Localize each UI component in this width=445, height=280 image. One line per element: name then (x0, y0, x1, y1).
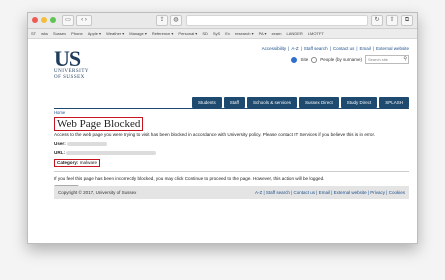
category-value: malware (79, 160, 98, 165)
top-link-separator: | (288, 46, 290, 51)
share-page-icon[interactable]: ⇧ (386, 15, 398, 26)
shield-icon[interactable]: ◍ (170, 15, 182, 26)
nav-tab[interactable]: SPLASH (379, 97, 409, 108)
top-link[interactable]: Email (360, 46, 371, 51)
bookmark-item[interactable]: Weather ▾ (106, 31, 124, 36)
search-icon[interactable]: ⚲ (403, 56, 407, 63)
bookmark-item[interactable]: Reference ▾ (152, 31, 174, 36)
user-row: User: (54, 141, 409, 147)
back-forward-buttons[interactable]: ‹ › (76, 15, 92, 26)
top-link-separator: | (372, 46, 374, 51)
bookmark-item[interactable]: Phone (71, 31, 83, 36)
category-box: Category: malware (54, 159, 101, 167)
tabs-icon[interactable]: ⧉ (401, 15, 413, 26)
logo-line-2: OF SUSSEX (54, 75, 85, 80)
bookmark-item[interactable]: LANDER (287, 31, 303, 36)
bookmark-item[interactable]: wks (41, 31, 48, 36)
top-link[interactable]: Contact us (333, 46, 355, 51)
block-message: Access to the web page you were trying t… (54, 132, 376, 137)
breadcrumb[interactable]: Home (54, 110, 65, 115)
main-navigation: Students Staff Schools & services Sussex Di… (191, 97, 409, 108)
nav-divider (54, 108, 409, 109)
top-link-separator: | (356, 46, 358, 51)
top-link-separator: | (329, 46, 331, 51)
bookmark-item[interactable]: LMOTFT (308, 31, 324, 36)
nav-tab[interactable]: Schools & services (246, 97, 297, 108)
content-divider (54, 171, 409, 172)
footer-links[interactable]: A-Z | Staff search | Contact us | Email … (255, 186, 405, 199)
url-value-redacted (66, 150, 157, 155)
university-logo[interactable]: US UNIVERSITY OF SUSSEX (54, 46, 89, 81)
nav-tab[interactable]: Sussex Direct (298, 97, 339, 108)
top-link[interactable]: Staff search (304, 46, 328, 51)
browser-window: ▭ ‹ › ⇪ ◍ ↻ ⇧ ⧉ ST wks Sussex Phone Apple ▾ W… (27, 12, 418, 244)
page-title: Web Page Blocked (54, 117, 144, 131)
minimize-window-icon[interactable] (41, 17, 47, 23)
top-link[interactable]: Accessibility (262, 46, 287, 51)
page-footer: Copyright © 2017, University of Sussex A… (54, 186, 409, 199)
bookmark-item[interactable]: Apple ▾ (88, 31, 101, 36)
top-link[interactable]: External website (376, 46, 409, 51)
search-row: Site People (by surname) Search site ⚲ (291, 55, 409, 64)
bookmark-item[interactable]: Manage ▾ (129, 31, 147, 36)
search-input[interactable]: Search site ⚲ (365, 55, 409, 64)
user-label: User: (54, 141, 66, 146)
bookmark-item[interactable]: PA ▾ (259, 31, 267, 36)
bookmark-item[interactable]: ST (31, 31, 36, 36)
search-placeholder: Search site (368, 57, 389, 62)
web-page: US UNIVERSITY OF SUSSEX Accessibility | A-… (28, 39, 417, 243)
bookmark-item[interactable]: SD (202, 31, 208, 36)
bookmark-item[interactable]: Ex (225, 31, 230, 36)
bookmark-item[interactable]: SyS (213, 31, 220, 36)
reload-icon[interactable]: ↻ (371, 15, 383, 26)
url-label: URL: (54, 150, 65, 155)
close-window-icon[interactable] (32, 17, 38, 23)
browser-titlebar: ▭ ‹ › ⇪ ◍ ↻ ⇧ ⧉ (28, 13, 417, 29)
nav-tab[interactable]: Study Direct (340, 97, 378, 108)
radio-site-label: Site (300, 57, 309, 62)
zoom-window-icon[interactable] (50, 17, 56, 23)
bookmark-item[interactable]: xearn (272, 31, 282, 36)
sidebar-toggle-icon[interactable]: ▭ (62, 15, 74, 26)
top-links: Accessibility | A-Z | Staff search | Contact u… (260, 46, 409, 51)
top-link[interactable]: A-Z (291, 46, 298, 51)
bookmark-item[interactable]: Sussex (53, 31, 66, 36)
url-row: URL: (54, 150, 409, 156)
window-controls (32, 17, 56, 23)
user-value-redacted (67, 141, 108, 146)
address-bar[interactable] (186, 15, 368, 26)
footer-copyright: Copyright © 2017, University of Sussex (58, 190, 137, 195)
radio-site[interactable] (291, 56, 298, 63)
radio-people-label: People (by surname) (320, 57, 362, 62)
nav-tab[interactable]: Staff (223, 97, 245, 108)
bookmarks-bar: ST wks Sussex Phone Apple ▾ Weather ▾ Manage ▾… (28, 29, 417, 39)
radio-people[interactable] (311, 56, 318, 63)
bookmark-item[interactable]: research ▾ (235, 31, 254, 36)
nav-tab[interactable]: Students (191, 97, 222, 108)
bookmark-item[interactable]: Personal ▾ (178, 31, 197, 36)
logo-monogram: US (54, 46, 81, 71)
share-icon[interactable]: ⇪ (156, 15, 168, 26)
continue-note: If you feel this page has been incorrect… (54, 176, 325, 181)
category-label: Category: (57, 160, 79, 165)
top-link-separator: | (300, 46, 302, 51)
